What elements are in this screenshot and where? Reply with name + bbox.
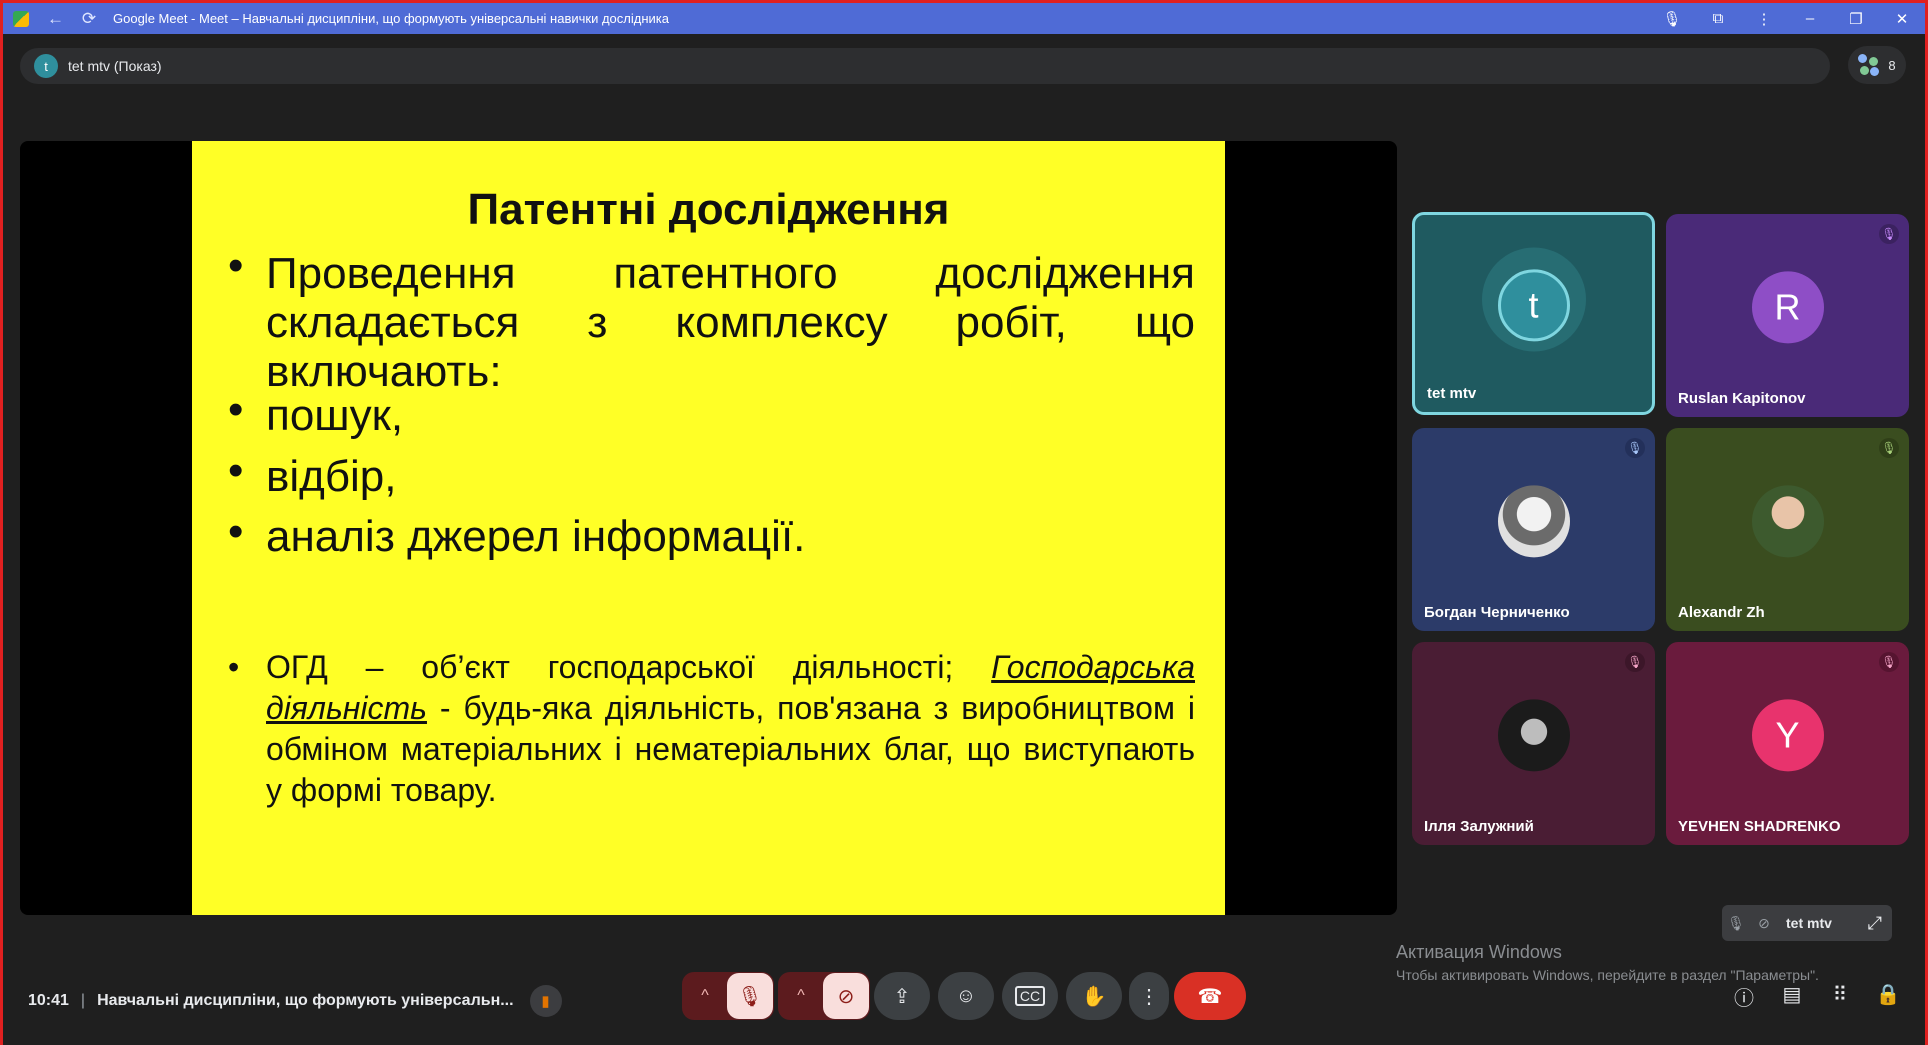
participant-photo [1497,698,1570,771]
participant-avatar: t [1497,268,1570,341]
end-call-icon: ☎ [1197,985,1223,1008]
mic-off-icon: 🎙 [1879,652,1899,672]
host-controls-icon[interactable]: 🔒 [1864,982,1912,1011]
captions-button[interactable]: CC [1002,972,1058,1020]
captions-icon: CC [1014,986,1046,1006]
camera-control[interactable]: ^ ⊘ [778,972,870,1020]
bullet-dot: • [228,507,244,556]
restore-icon[interactable]: ❐ [1833,10,1879,28]
mic-off-icon[interactable]: 🎙 [727,973,773,1019]
self-view-label: tet mtv [1786,915,1832,931]
activities-icon[interactable]: ⠿ [1816,982,1864,1011]
meeting-title: Навчальні дисципліни, що формують універ… [97,992,514,1009]
more-icon: ⋮ [1139,985,1159,1008]
side-panel-controls: ⓘ ▤ ⠿ 🔒 [1720,982,1912,1011]
activation-subtext: Чтобы активировать Windows, перейдите в … [1396,967,1819,983]
participant-tile[interactable]: 🎙 Alexandr Zh [1666,428,1909,631]
meet-favicon-icon [13,10,29,27]
participant-tile[interactable]: 🎙 R Ruslan Kapitonov [1666,214,1909,417]
participant-name: Богдан Черниченко [1424,604,1570,621]
present-icon: ⇪ [893,985,911,1008]
divider: | [80,992,86,1009]
windows-activation-watermark: Активация Windows Чтобы активировать Win… [1396,942,1819,983]
participant-name: Ілля Залужний [1424,818,1534,835]
meeting-details-icon[interactable]: ▮ [529,985,562,1017]
bullet-dot: • [228,385,244,434]
slide-bullet-2: пошук, [266,391,404,440]
mic-off-icon: 🎙 [1625,438,1645,458]
browser-titlebar: ← ⟳ Google Meet - Meet – Навчальні дисци… [0,0,1928,34]
participant-name: tet mtv [1427,385,1477,402]
chat-icon[interactable]: ▤ [1768,982,1816,1011]
bullet-dot: • [228,241,244,290]
reload-icon[interactable]: ⟳ [81,9,97,29]
info-icon[interactable]: ⓘ [1720,982,1768,1011]
self-view-bar[interactable]: 🎙 ⊘ tet mtv ⤢ [1722,905,1892,941]
present-button[interactable]: ⇪ [874,972,930,1020]
presenter-avatar: t [34,54,58,78]
slide-bullet-1-full: Проведення патентного дослідження склада… [266,249,1195,396]
slide-bullet-3: відбір, [266,452,397,501]
people-count: 8 [1888,57,1896,73]
window-frame-left [0,0,3,1045]
mic-off-icon: 🎙 [1625,652,1645,672]
bullet-dot: • [228,649,240,685]
kebab-menu-icon[interactable]: ⋮ [1741,10,1787,28]
raise-hand-button[interactable]: ✋ [1066,972,1122,1020]
camera-off-icon: ⊘ [1758,914,1770,931]
participant-name: Alexandr Zh [1678,604,1765,621]
window-controls: 🎙 ⧉ ⋮ – ❐ ✕ [1649,3,1925,34]
presenter-label: tet mtv (Показ) [68,58,162,74]
emoji-icon: ☺ [955,984,977,1007]
participant-tile[interactable]: 🎙 Y YEVHEN SHADRENKO [1666,642,1909,845]
participant-name: YEVHEN SHADRENKO [1678,818,1841,835]
meeting-info: 10:41 | Навчальні дисципліни, що формуют… [28,985,562,1017]
raise-hand-icon: ✋ [1081,985,1107,1008]
participant-avatar: R [1751,270,1824,343]
participant-name: Ruslan Kapitonov [1678,390,1806,407]
slide-bullet-4: аналіз джерел інформації. [266,512,806,561]
participant-avatar: Y [1751,698,1824,771]
bullet-dot: • [228,446,244,495]
camera-off-icon[interactable]: ⊘ [823,973,869,1019]
participant-tile[interactable]: t tet mtv [1412,212,1655,415]
minimize-icon[interactable]: – [1787,10,1833,27]
participant-tile[interactable]: 🎙 Богдан Черниченко [1412,428,1655,631]
people-icon [1858,54,1880,76]
presenter-bar[interactable]: t tet mtv (Показ) [20,48,1830,84]
close-icon[interactable]: ✕ [1879,10,1925,28]
end-call-button[interactable]: ☎ [1174,972,1246,1020]
back-icon[interactable]: ← [47,9,64,29]
mic-off-icon: 🎙 [1879,438,1899,458]
clock: 10:41 [28,992,69,1009]
people-button[interactable]: 8 [1848,46,1906,84]
tab-title: Google Meet - Meet – Навчальні дисциплін… [113,11,669,26]
expand-icon[interactable]: ⤢ [1868,913,1882,934]
note-prefix: ОГД – об’єкт господарської діяльності; [266,649,992,685]
extensions-icon[interactable]: ⧉ [1695,10,1741,27]
mic-control[interactable]: ^ 🎙 [682,972,774,1020]
presentation-slide: Патентні дослідження • Проведення патент… [192,141,1225,915]
participant-tile[interactable]: 🎙 Ілля Залужний [1412,642,1655,845]
slide-title: Патентні дослідження [467,185,950,234]
mic-off-icon: 🎙 [1879,224,1899,244]
slide-note: ОГД – об’єкт господарської діяльності; Г… [266,647,1195,811]
participant-photo [1497,484,1570,557]
reactions-button[interactable]: ☺ [938,972,994,1020]
chevron-up-icon[interactable]: ^ [683,987,727,1005]
mic-icon[interactable]: 🎙 [1649,10,1695,28]
mic-off-icon: 🎙 [1727,914,1745,931]
chevron-up-icon[interactable]: ^ [779,987,823,1005]
more-options-button[interactable]: ⋮ [1129,972,1169,1020]
activation-heading: Активация Windows [1396,942,1562,962]
participant-photo [1751,484,1824,557]
